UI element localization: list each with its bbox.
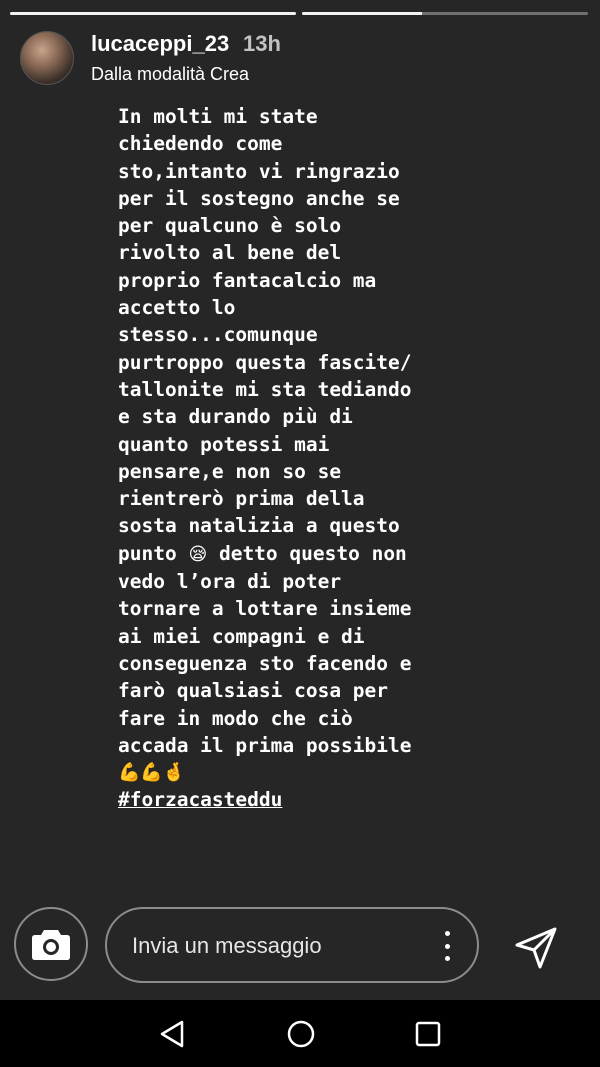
story-line: rivolto al bene del (118, 241, 342, 265)
story-line: sosta natalizia a questo (118, 514, 400, 538)
avatar[interactable] (20, 31, 74, 85)
story-line: ai miei compagni e di (118, 624, 365, 648)
sad-face-emoji: 😪 (188, 543, 208, 565)
story-progress (10, 12, 588, 16)
send-icon[interactable] (513, 925, 559, 971)
story-line: vedo l’ora di poter (118, 570, 342, 594)
progress-segment-2 (302, 12, 588, 15)
story-text: In molti mi state chiedendo come sto,int… (118, 103, 498, 814)
username[interactable]: lucaceppi_23 (91, 31, 229, 57)
story-line-part: punto (118, 541, 189, 565)
message-placeholder: Invia un messaggio (132, 933, 322, 958)
story-line: fare in modo che ciò (118, 706, 353, 730)
camera-button[interactable] (14, 907, 88, 981)
story-line: farò qualsiasi cosa per (118, 679, 389, 703)
story-line: accetto lo (118, 296, 236, 320)
story-line: purtroppo questa fascite/ (118, 350, 412, 374)
story-line: per qualcuno è solo (118, 214, 342, 238)
story-subtitle: Dalla modalità Crea (91, 64, 250, 84)
story-line: tornare a lottare insieme (118, 597, 412, 621)
story-line: proprio fantacalcio ma (118, 268, 377, 292)
progress-segment-1 (10, 12, 296, 15)
story-line: rientrerò prima della (118, 487, 365, 511)
story-line-part: detto questo non (207, 541, 407, 565)
back-icon[interactable] (158, 1019, 186, 1049)
more-options-icon[interactable] (441, 931, 453, 961)
reply-bar: Invia un messaggio (0, 900, 600, 1000)
story-line: stesso...comunque (118, 323, 318, 347)
story-line: In molti mi state (118, 105, 318, 128)
story-line: sto,intanto vi ringrazio (118, 159, 400, 183)
story-line: e sta durando più di (118, 405, 353, 429)
camera-icon (32, 930, 70, 960)
story-line: quanto potessi mai (118, 432, 330, 456)
flexed-biceps-emoji-line: 💪💪🤞 (118, 762, 186, 784)
story-line: punto 😪 detto questo non (118, 540, 498, 568)
system-nav-bar (0, 1000, 600, 1067)
story-line: conseguenza sto facendo e (118, 651, 412, 675)
hashtag-link[interactable]: #forzacasteddu (118, 786, 498, 813)
story-line: pensare,e non so se (118, 459, 342, 483)
story-line: accada il prima possibile (118, 733, 412, 757)
story-line: chiedendo come (118, 132, 283, 156)
recent-apps-icon[interactable] (415, 1021, 441, 1047)
timestamp: 13h (243, 31, 281, 56)
story-line: tallonite mi sta tediando (118, 377, 412, 401)
story-line: per il sostegno anche se (118, 186, 400, 210)
home-icon[interactable] (286, 1019, 316, 1049)
message-input[interactable]: Invia un messaggio (105, 907, 479, 983)
